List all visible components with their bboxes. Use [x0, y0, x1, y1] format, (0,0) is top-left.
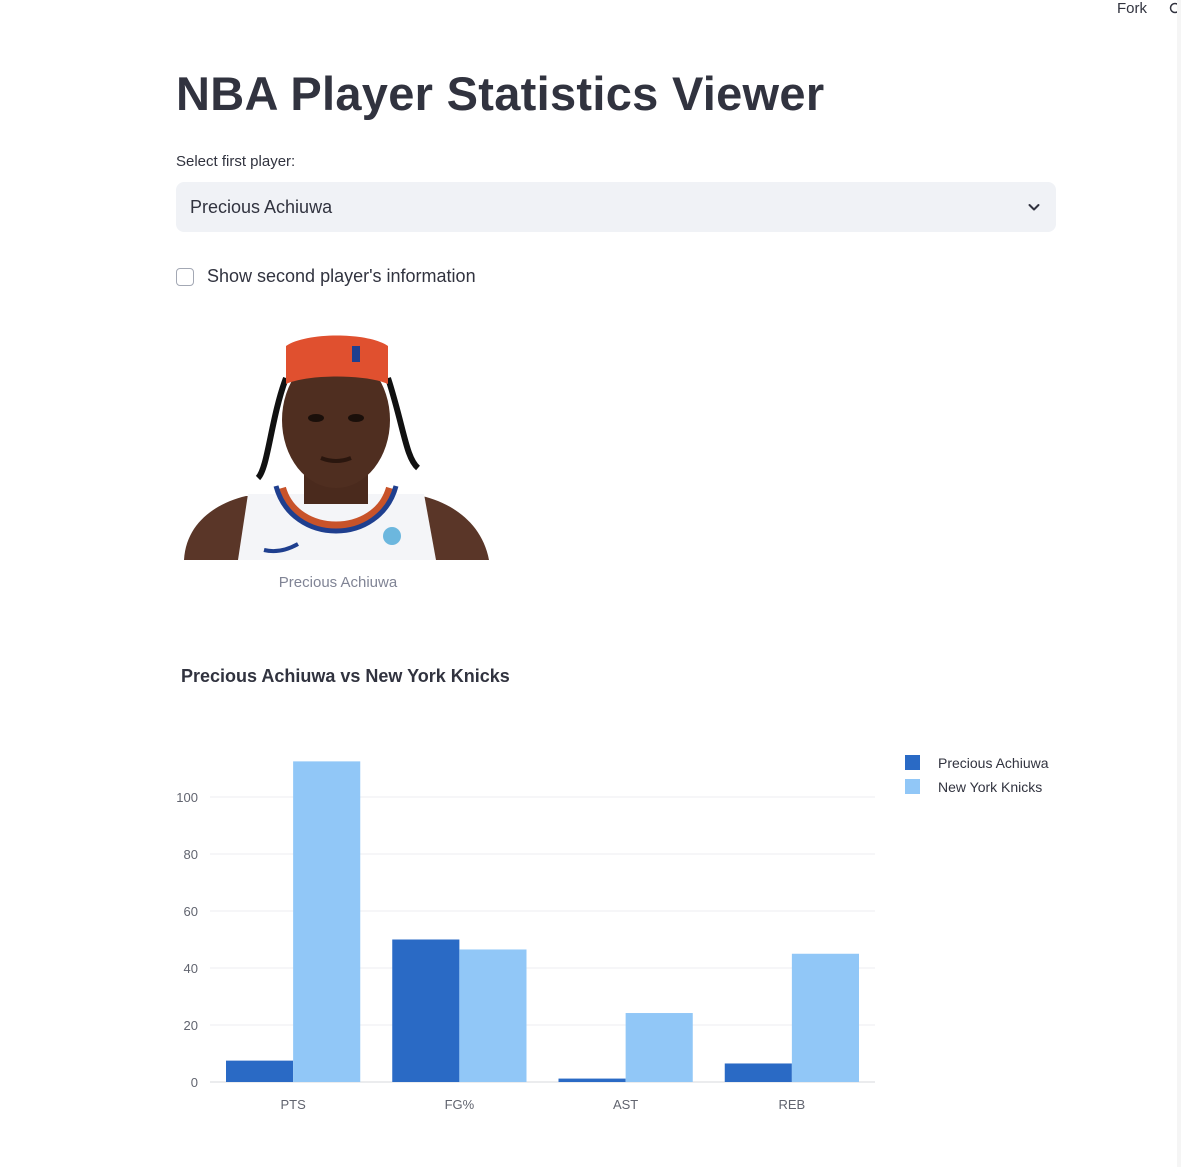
second-player-checkbox[interactable] [176, 267, 194, 286]
bar [791, 953, 859, 1082]
fork-button[interactable]: Fork [1117, 0, 1147, 17]
chart-title: Precious Achiuwa vs New York Knicks [181, 666, 510, 686]
y-tick-label: 80 [184, 847, 198, 862]
legend-label[interactable]: New York Knicks [938, 779, 1042, 795]
bar [459, 949, 527, 1082]
x-tick-label: PTS [280, 1097, 306, 1112]
second-player-checkbox-label: Show second player's information [207, 266, 476, 286]
bar [558, 1078, 626, 1082]
second-player-toggle[interactable]: Show second player's information [176, 266, 476, 287]
player-select[interactable]: Precious Achiuwa [176, 182, 1056, 232]
legend-label[interactable]: Precious Achiuwa [938, 755, 1049, 771]
scrollbar-track [1177, 0, 1181, 1167]
bar [293, 761, 361, 1082]
y-tick-label: 100 [176, 790, 198, 805]
bar [226, 1060, 294, 1082]
x-tick-label: REB [779, 1097, 806, 1112]
player-photo [184, 335, 489, 560]
player-select-value: Precious Achiuwa [190, 196, 333, 217]
y-tick-label: 60 [184, 904, 198, 919]
y-tick-label: 0 [191, 1075, 198, 1090]
y-tick-label: 40 [184, 961, 198, 976]
y-tick-label: 20 [184, 1018, 198, 1033]
select-player-label: Select first player: [176, 153, 296, 170]
x-tick-label: AST [613, 1097, 638, 1112]
app-toolbar: Fork [1117, 0, 1181, 20]
legend-swatch[interactable] [905, 779, 920, 794]
bar [724, 1063, 792, 1082]
page-title: NBA Player Statistics Viewer [176, 67, 825, 120]
chevron-down-icon [1028, 204, 1040, 211]
bar [625, 1013, 693, 1082]
x-tick-label: FG% [445, 1097, 475, 1112]
legend-swatch[interactable] [905, 755, 920, 770]
bar [392, 939, 460, 1082]
photo-caption: Precious Achiuwa [278, 574, 398, 591]
